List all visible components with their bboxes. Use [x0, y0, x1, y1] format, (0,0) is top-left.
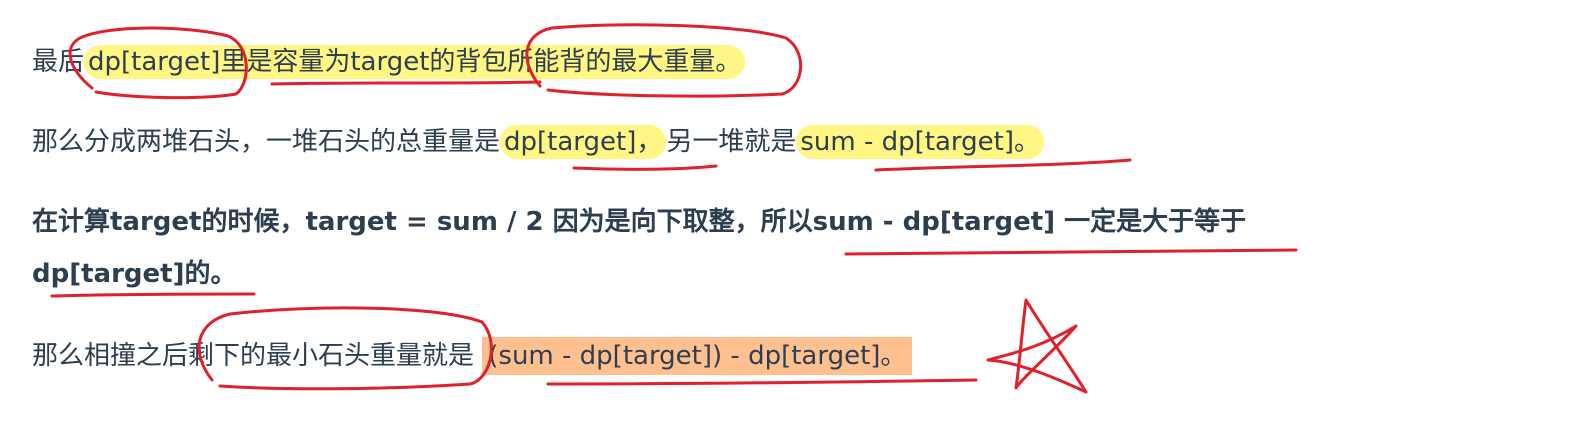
text-segment: 那么分成两堆石头，一堆石头的总重量是 — [32, 127, 501, 157]
highlighted-formula: (sum - dp[target]) - dp[target]。 — [482, 337, 913, 375]
star-icon — [986, 298, 1088, 394]
highlighted-text: dp[target]， — [500, 125, 667, 159]
text-segment: 那么相撞之后剩下的最小石头重量就是 — [32, 341, 483, 371]
paragraph-dp-meaning: 最后 dp[target]里是容量为target的背包所能背的最大重量。 — [32, 36, 746, 88]
paragraph-bold-note-line2: dp[target]的。 — [32, 259, 237, 289]
ink-underline-greater-equal — [844, 248, 1298, 256]
paragraph-bold-note-line1: 在计算target的时候，target = sum / 2 因为是向下取整，所以… — [32, 207, 1247, 237]
highlighted-text: dp[target]里是容量为target的背包所能背的最大重量。 — [84, 45, 746, 79]
text-segment: 最后 — [32, 47, 85, 77]
text-segment: 另一堆就是 — [666, 127, 797, 157]
paragraph-result: 那么相撞之后剩下的最小石头重量就是 (sum - dp[target]) - d… — [32, 330, 913, 382]
highlighted-text: sum - dp[target]。 — [796, 125, 1045, 159]
paragraph-two-piles: 那么分成两堆石头，一堆石头的总重量是 dp[target]， 另一堆就是 sum - … — [32, 116, 1045, 168]
